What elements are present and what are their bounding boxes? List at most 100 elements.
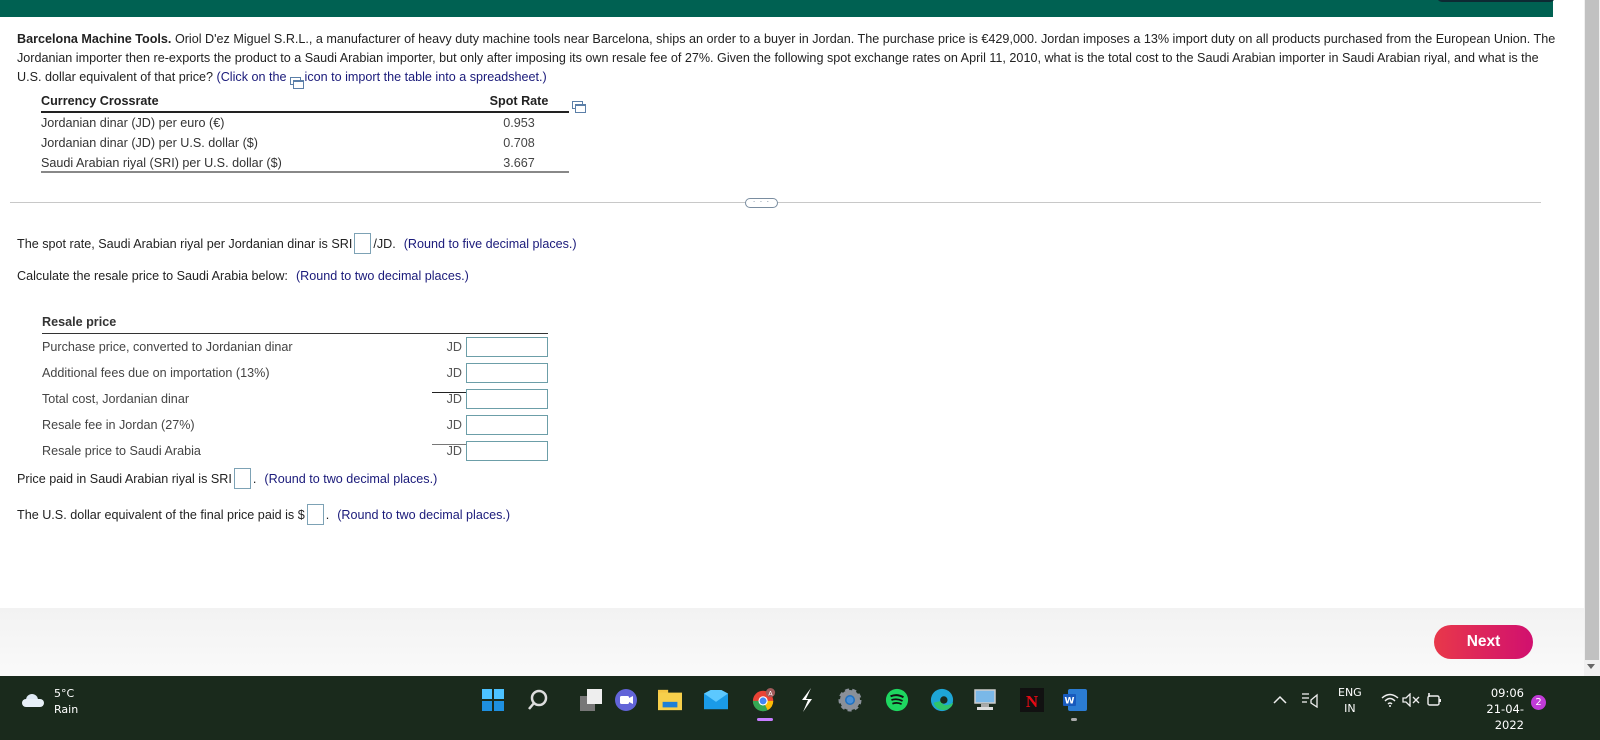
resale-table: Resale price Purchase price, converted t… xyxy=(42,315,548,464)
weather-temp: 5°C xyxy=(54,687,75,700)
word-icon[interactable]: W xyxy=(1063,688,1087,712)
table-row: Resale fee in Jordan (27%) JD xyxy=(42,412,548,438)
show-hidden-icons-chevron-up-icon[interactable] xyxy=(1268,688,1292,712)
resale-intro: Calculate the resale price to Saudi Arab… xyxy=(17,269,469,283)
resale-table-title: Resale price xyxy=(42,315,548,334)
rate-label: Jordanian dinar (JD) per euro (€) xyxy=(41,116,225,130)
hint-suffix: icon to import the table into a spreadsh… xyxy=(304,70,547,84)
settings-icon[interactable] xyxy=(838,688,862,712)
price-usd-suffix: . xyxy=(325,507,330,522)
notification-badge[interactable]: 2 xyxy=(1531,695,1546,710)
rate-label: Saudi Arabian riyal (SRI) per U.S. dolla… xyxy=(41,156,282,170)
netflix-icon[interactable]: N xyxy=(1020,688,1044,712)
rate-value: 0.953 xyxy=(503,116,535,130)
spreadsheet-hint: (Click on the icon to import the table in… xyxy=(216,70,547,90)
import-spreadsheet-icon[interactable] xyxy=(572,98,586,113)
weather-condition: Rain xyxy=(54,703,79,716)
spot-rate-hint: (Round to five decimal places.) xyxy=(403,236,577,251)
currency-label: JD xyxy=(446,444,462,458)
price-usd-hint: (Round to two decimal places.) xyxy=(337,507,511,522)
header-bar xyxy=(0,0,1555,17)
header-currency-crossrate: Currency Crossrate xyxy=(41,94,159,108)
price-usd-input[interactable] xyxy=(306,504,324,525)
battery-charging-icon[interactable] xyxy=(1422,688,1446,712)
table-row: Additional fees due on importation (13%)… xyxy=(42,360,548,386)
task-view-icon[interactable] xyxy=(580,688,604,712)
currency-label: JD xyxy=(446,418,462,432)
spotify-icon[interactable] xyxy=(885,688,909,712)
price-sri-prefix: Price paid in Saudi Arabian riyal is SRI xyxy=(17,471,232,486)
scroll-down-arrow[interactable] xyxy=(1587,664,1595,669)
table-row: Saudi Arabian riyal (SRI) per U.S. dolla… xyxy=(41,153,569,173)
header-spot-rate: Spot Rate xyxy=(489,94,549,108)
svg-text:A: A xyxy=(768,689,773,697)
expand-more-button[interactable]: · · · xyxy=(745,198,778,208)
resale-fee-input[interactable] xyxy=(466,415,548,435)
input-indicator-icon[interactable] xyxy=(1298,688,1322,712)
price-usd-question: The U.S. dollar equivalent of the final … xyxy=(17,504,510,525)
purchase-price-jd-input[interactable] xyxy=(466,337,548,357)
spot-rate-question: The spot rate, Saudi Arabian riyal per J… xyxy=(17,233,577,254)
currency-label: JD xyxy=(446,366,462,380)
edge-icon[interactable] xyxy=(930,688,954,712)
price-sri-question: Price paid in Saudi Arabian riyal is SRI… xyxy=(17,468,437,489)
currency-label: JD xyxy=(446,340,462,354)
resale-row-label: Additional fees due on importation (13%) xyxy=(42,366,270,380)
problem-statement: Barcelona Machine Tools. Oriol D'ez Migu… xyxy=(17,30,1557,90)
start-icon[interactable] xyxy=(481,688,505,712)
svg-text:W: W xyxy=(1065,697,1075,707)
rate-value: 3.667 xyxy=(503,156,535,170)
crossrate-header: Currency Crossrate Spot Rate xyxy=(41,94,569,113)
resale-row-label: Resale fee in Jordan (27%) xyxy=(42,418,195,432)
table-row: Jordanian dinar (JD) per U.S. dollar ($)… xyxy=(41,133,569,153)
teams-chat-icon[interactable] xyxy=(614,688,638,712)
scrollbar-thumb[interactable] xyxy=(1585,0,1599,660)
spreadsheet-icon xyxy=(289,73,304,90)
clock[interactable]: 09:06 21-04-2022 xyxy=(1458,685,1524,733)
price-usd-prefix: The U.S. dollar equivalent of the final … xyxy=(17,507,305,522)
language-code: ENG xyxy=(1338,686,1362,699)
open-app-indicator xyxy=(1071,718,1077,721)
rate-value: 0.708 xyxy=(503,136,535,150)
resale-row-label: Resale price to Saudi Arabia xyxy=(42,444,201,458)
rain-cloud-icon xyxy=(22,694,44,710)
active-app-indicator xyxy=(757,718,773,721)
price-sri-suffix: . xyxy=(252,471,257,486)
file-explorer-icon[interactable] xyxy=(658,688,682,712)
chrome-icon[interactable]: A xyxy=(752,688,776,712)
price-sri-hint: (Round to two decimal places.) xyxy=(264,471,438,486)
app-s-icon[interactable] xyxy=(795,688,819,712)
taskbar: 5°C Rain A N W ENG IN 09:06 21-04-2022 2 xyxy=(0,676,1600,740)
clock-time: 09:06 xyxy=(1490,686,1524,700)
spot-rate-input[interactable] xyxy=(354,233,372,254)
currency-label: JD xyxy=(446,392,462,406)
remote-desktop-icon[interactable] xyxy=(973,688,997,712)
resale-intro-hint: (Round to two decimal places.) xyxy=(295,269,469,283)
search-icon[interactable] xyxy=(526,688,550,712)
resale-price-input[interactable] xyxy=(466,441,548,461)
problem-title: Barcelona Machine Tools. xyxy=(17,32,172,46)
table-row: Total cost, Jordanian dinar JD xyxy=(42,386,548,412)
hint-prefix: (Click on the xyxy=(216,70,287,84)
price-sri-input[interactable] xyxy=(233,468,251,489)
spot-rate-suffix: /JD. xyxy=(373,236,396,251)
table-row: Purchase price, converted to Jordanian d… xyxy=(42,334,548,360)
import-fees-input[interactable] xyxy=(466,363,548,383)
table-row: Jordanian dinar (JD) per euro (€) 0.953 xyxy=(41,113,569,133)
resale-intro-text: Calculate the resale price to Saudi Arab… xyxy=(17,269,288,283)
language-indicator[interactable]: ENG IN xyxy=(1338,685,1362,717)
region-code: IN xyxy=(1344,702,1356,715)
next-button[interactable]: Next xyxy=(1434,625,1533,659)
footer-bar xyxy=(0,608,1584,676)
crossrate-table: Currency Crossrate Spot Rate Jordanian d… xyxy=(41,94,569,173)
resale-row-label: Purchase price, converted to Jordanian d… xyxy=(42,340,293,354)
rate-label: Jordanian dinar (JD) per U.S. dollar ($) xyxy=(41,136,258,150)
total-cost-jd-input[interactable] xyxy=(466,389,548,409)
spot-rate-prefix: The spot rate, Saudi Arabian riyal per J… xyxy=(17,236,353,251)
mail-icon[interactable] xyxy=(704,688,728,712)
clock-date: 21-04-2022 xyxy=(1486,702,1524,732)
weather-widget[interactable]: 5°C Rain xyxy=(22,686,78,718)
svg-text:N: N xyxy=(1026,692,1039,711)
volume-muted-icon[interactable] xyxy=(1399,688,1423,712)
header-button[interactable] xyxy=(1437,0,1555,2)
